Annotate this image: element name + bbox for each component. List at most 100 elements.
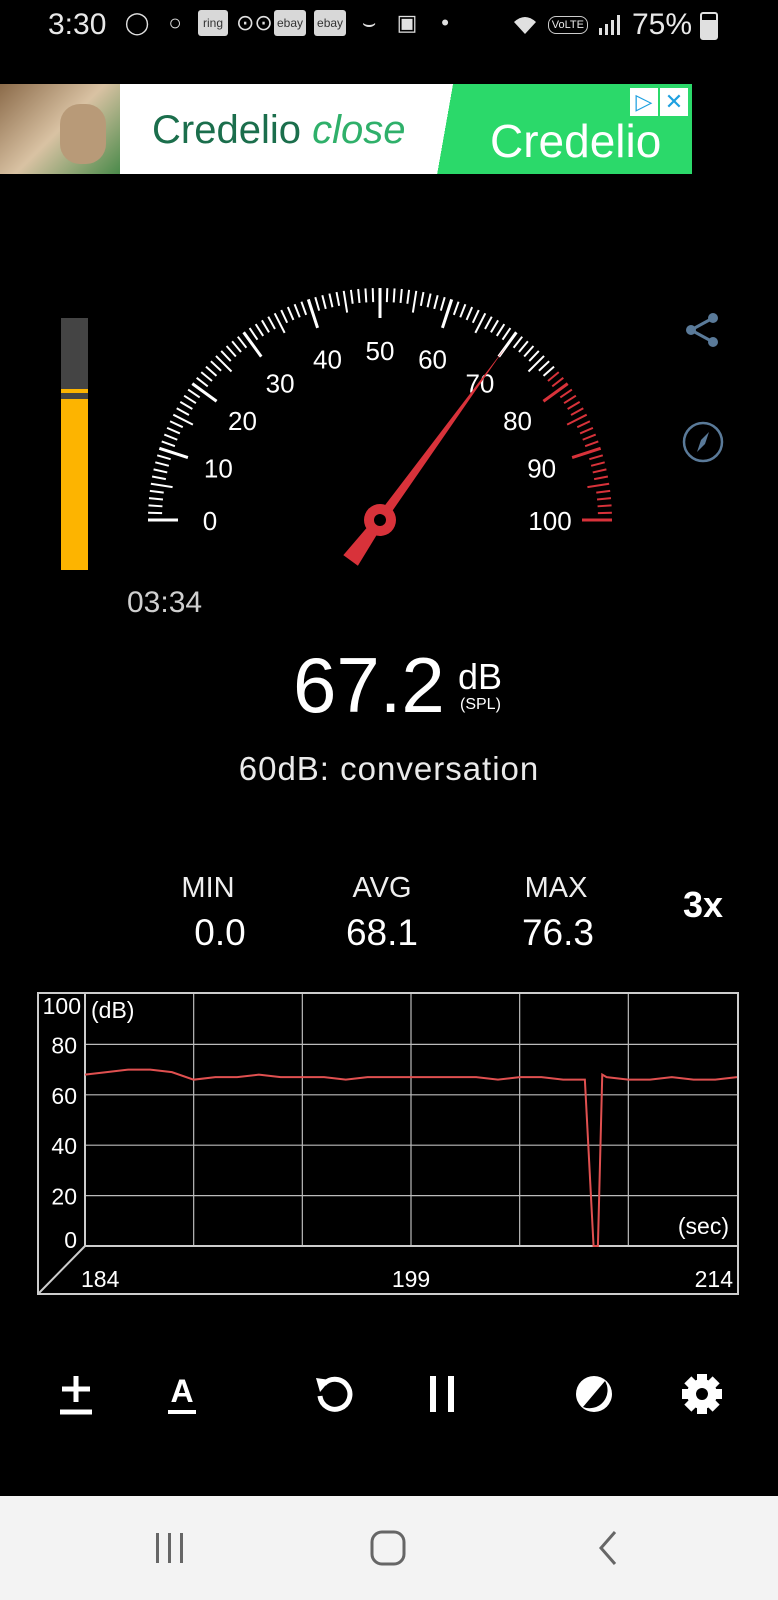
graph-y-tick-label: 20 (51, 1184, 77, 1210)
gauge-tick (433, 295, 439, 310)
gauge-scale-label: 60 (418, 344, 447, 374)
ad-image (0, 84, 120, 174)
graph-x-tick-label: 199 (392, 1266, 430, 1292)
theme-button[interactable] (564, 1364, 624, 1424)
gear-hole (696, 1388, 708, 1400)
gauge-tick (328, 293, 334, 308)
gauge-tick (196, 377, 209, 388)
ebay-icon: ebay (314, 10, 347, 36)
gauge-tick (587, 482, 610, 489)
reset-icon (316, 1376, 353, 1412)
gauge-tick (205, 365, 218, 377)
gauge-tick (300, 301, 308, 316)
status-time: 3:30 (48, 8, 107, 41)
more-dot-icon: • (441, 10, 449, 35)
ad-word: close (312, 108, 406, 152)
gauge-scale-label: 80 (503, 406, 532, 436)
gauge-scale-label: 20 (228, 406, 257, 436)
gauge-tick (155, 461, 170, 467)
gauge-tick (563, 394, 577, 405)
settings-button[interactable] (672, 1364, 732, 1424)
gauge-tick (584, 440, 599, 448)
recents-icon (156, 1533, 183, 1563)
ad-banner[interactable]: Credelio close Credelio ▷ ✕ (0, 84, 692, 174)
adchoices-icon[interactable]: ▷ (630, 88, 658, 116)
gauge-tick (210, 360, 222, 372)
notification-icons: ◯ ○ ring ⊙⊙ ebay ebay ⌣ ▣ • (122, 10, 460, 36)
gauge-tick (459, 303, 467, 318)
gauge-tick (335, 291, 341, 307)
calibrate-button[interactable] (46, 1364, 106, 1424)
settings-icon (682, 1374, 722, 1414)
gauge-tick (567, 401, 581, 410)
graph-y-tick-label: 60 (51, 1083, 77, 1109)
messenger-icon: ◯ (124, 10, 150, 35)
gauge-tick (220, 350, 232, 362)
gauge-tick (392, 288, 396, 303)
gauge-tick (179, 401, 193, 410)
gauge-tick (191, 382, 218, 403)
gauge-hub-center (374, 514, 386, 526)
status-bar: 3:30 ◯ ○ ring ⊙⊙ ebay ebay ⌣ ▣ • VoLTE 7… (0, 0, 778, 56)
gauge-tick (538, 360, 550, 372)
ebay-icon: ebay (274, 10, 307, 36)
graph-y-axis-label: (dB) (91, 997, 134, 1023)
gauge-tick (225, 345, 237, 358)
gauge-tick (495, 323, 506, 337)
gauge-scale-label: 40 (313, 344, 342, 374)
gauge-tick (248, 327, 259, 341)
gauge-tick (559, 388, 573, 399)
back-button[interactable] (578, 1520, 638, 1576)
battery-percent: 75% (631, 8, 692, 41)
amazon-icon: ⌣ (361, 10, 377, 35)
gauge-tick (148, 504, 163, 508)
gauge-tick (551, 377, 564, 388)
gauge-tick (280, 309, 289, 324)
gauge-tick (593, 475, 609, 481)
gauge-tick (596, 497, 612, 501)
reference-description: 60dB: conversation (238, 750, 540, 787)
home-button[interactable] (358, 1520, 418, 1576)
gauge-tick (148, 497, 164, 501)
speed-toggle[interactable]: 3x (683, 884, 723, 926)
gauge-tick (512, 336, 523, 349)
gauge-tick (590, 461, 605, 467)
reading-unit-sub: (SPL) (460, 696, 501, 713)
gauge-tick (589, 454, 604, 461)
reset-button[interactable] (304, 1364, 364, 1424)
gauge-tick (399, 288, 403, 304)
recents-button[interactable] (140, 1520, 200, 1576)
gauge-tick (187, 388, 201, 399)
elapsed-time: 03:34 (127, 586, 203, 619)
min-label: MIN (181, 872, 235, 904)
gauge-tick (169, 420, 184, 429)
current-reading: 67.2 (293, 641, 445, 729)
gauge-tick (570, 407, 584, 416)
pause-button[interactable] (412, 1364, 472, 1424)
gauge-tick (166, 426, 181, 435)
weighting-button[interactable]: A (152, 1364, 212, 1424)
gauge-tick (286, 306, 295, 321)
avg-value: 68.1 (345, 912, 418, 953)
home-icon (370, 1530, 406, 1566)
graph-y-tick-label: 0 (64, 1227, 77, 1253)
gauge-tick (357, 288, 361, 304)
gauge-scale-label: 100 (528, 506, 571, 536)
system-nav-bar (0, 1496, 778, 1600)
compass-icon[interactable] (681, 420, 725, 469)
share-icon[interactable] (683, 310, 723, 355)
back-icon (599, 1531, 617, 1565)
gauge-scale-label: 0 (203, 506, 217, 536)
gauge-tick (452, 301, 460, 316)
gauge-scale-label: 10 (204, 453, 233, 483)
gauge-tick (242, 331, 263, 358)
gauge-tick (426, 293, 432, 308)
gauge-tick (547, 371, 560, 382)
close-icon[interactable]: ✕ (660, 88, 688, 116)
battery-icon (700, 12, 718, 40)
gauge-tick (342, 290, 349, 313)
graph-frame (37, 992, 739, 1295)
weighting-icon: A (168, 1373, 196, 1414)
history-graph: 100 80 60 40 20 0184 199 214 (dB) (sec) (37, 992, 739, 1295)
gauge-tick (267, 316, 276, 330)
